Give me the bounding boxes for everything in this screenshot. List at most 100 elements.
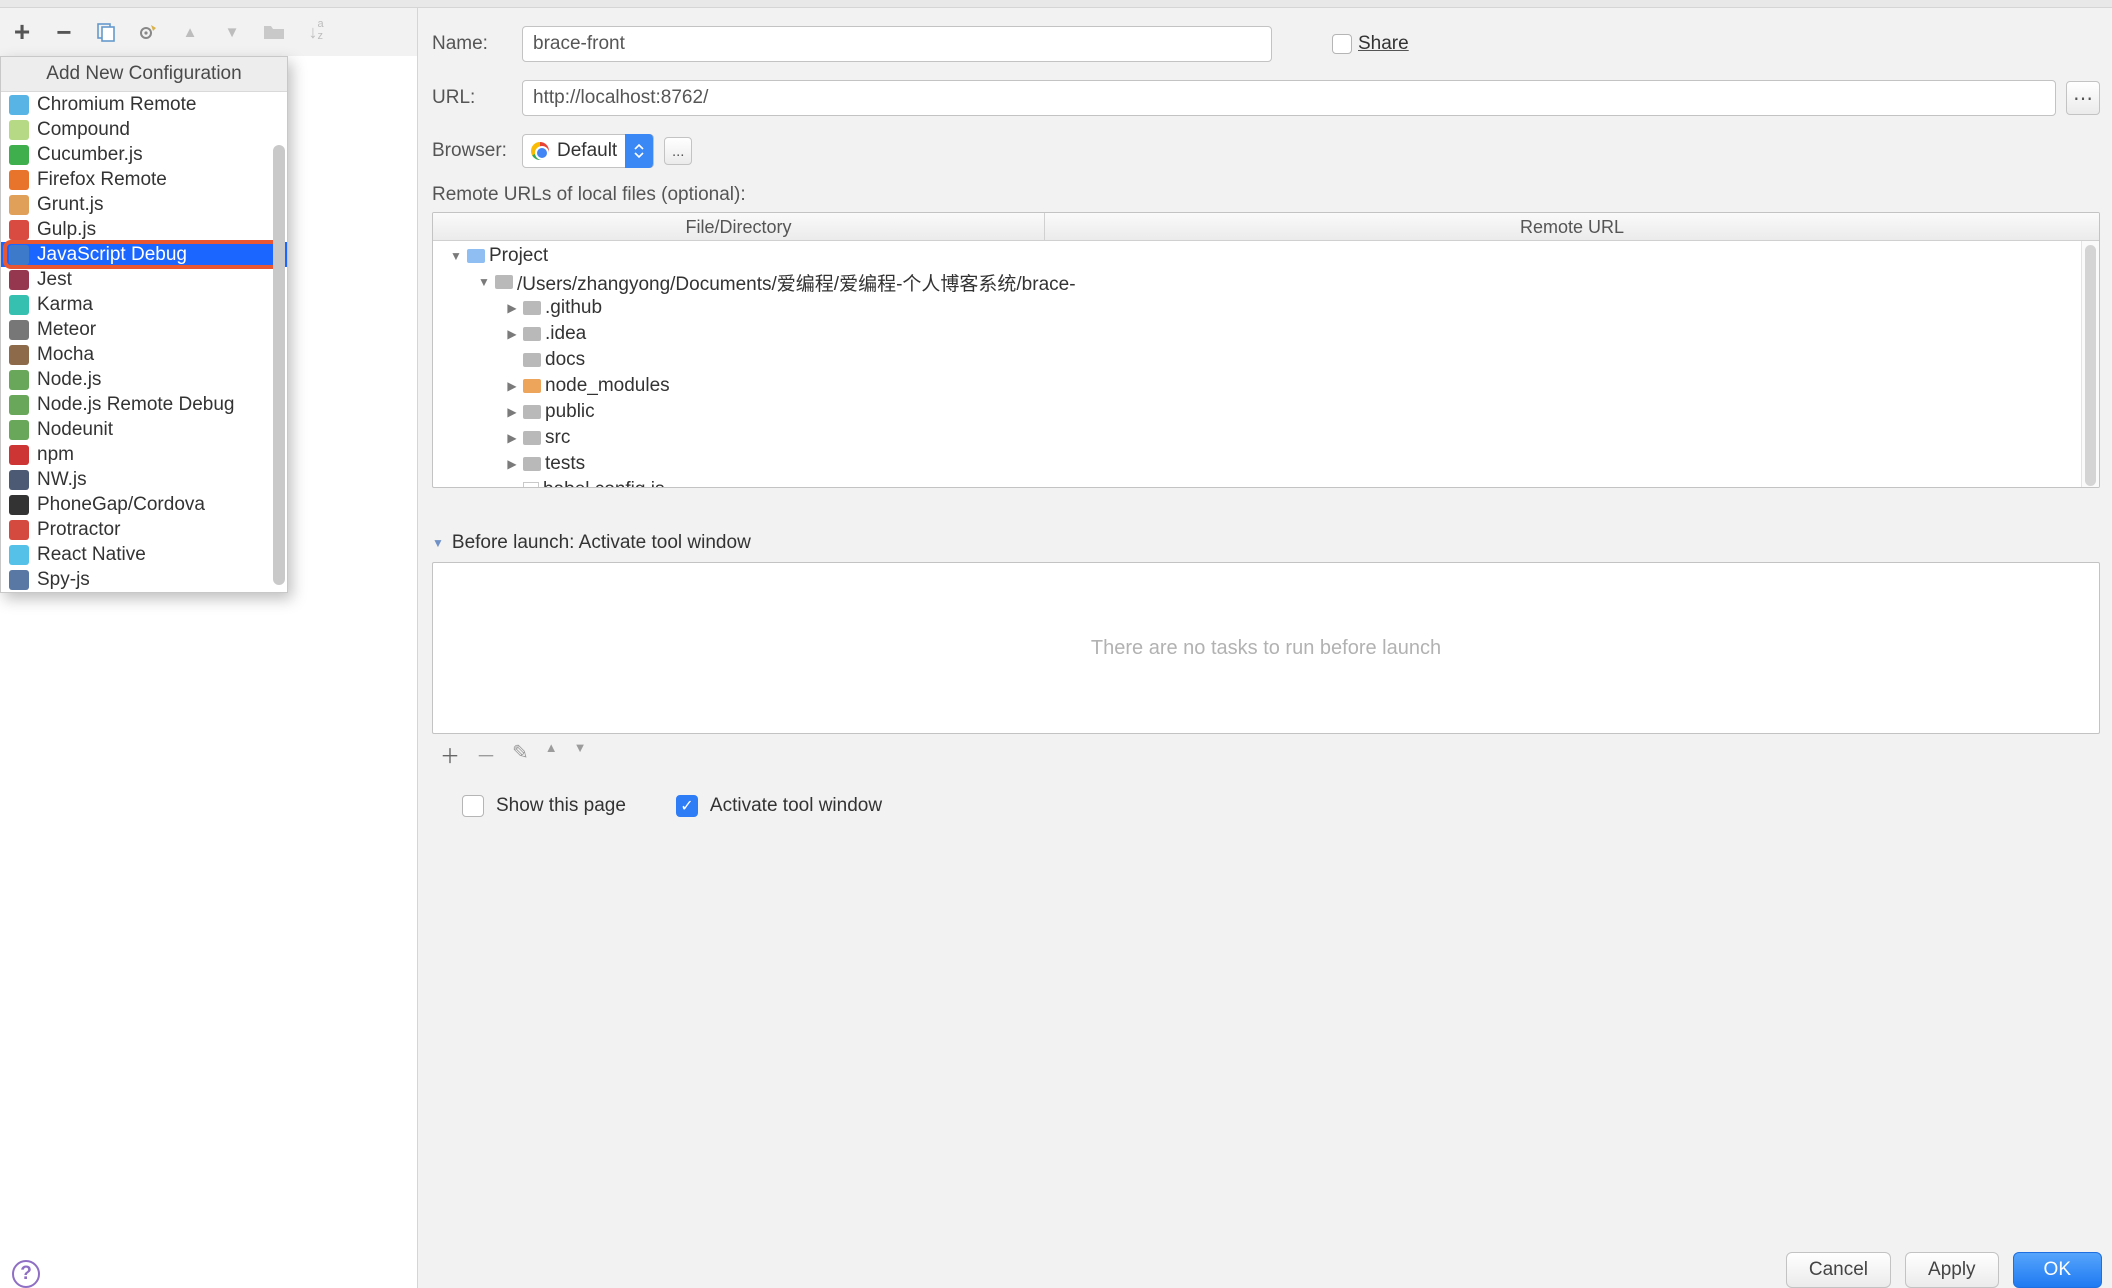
config-type-gulp-js[interactable]: Gulp.js — [1, 217, 287, 242]
folder-icon — [523, 431, 541, 445]
tree-body[interactable]: ▼ Project▼ /Users/zhangyong/Documents/爱编… — [433, 241, 2099, 488]
tree-row[interactable]: ▶ .github — [437, 295, 2095, 321]
browser-select[interactable]: Default — [522, 134, 654, 168]
task-down-button[interactable]: ▼ — [574, 740, 587, 769]
url-input[interactable] — [522, 80, 2056, 116]
tree-row[interactable]: ▶ src — [437, 425, 2095, 451]
tree-row[interactable]: ▶ tests — [437, 451, 2095, 477]
config-type-label: Node.js Remote Debug — [37, 394, 235, 416]
tree-row[interactable]: ▶ public — [437, 399, 2095, 425]
folder-icon — [523, 379, 541, 393]
add-config-button[interactable]: + — [10, 20, 34, 44]
config-type-grunt-js[interactable]: Grunt.js — [1, 192, 287, 217]
task-edit-button[interactable]: ✎ — [512, 740, 529, 769]
folder-icon — [523, 405, 541, 419]
config-type-icon — [9, 120, 29, 140]
config-type-icon — [9, 370, 29, 390]
activate-tool-window-label: Activate tool window — [710, 795, 882, 817]
url-ellipsis-button[interactable]: ⋯ — [2066, 81, 2100, 115]
window-titlebar: Run/Debug Configurations — [0, 0, 2112, 8]
before-launch-tasks: There are no tasks to run before launch — [432, 562, 2100, 734]
task-up-button[interactable]: ▲ — [545, 740, 558, 769]
apply-button[interactable]: Apply — [1905, 1252, 1999, 1288]
tree-row[interactable]: babel.config.js — [437, 477, 2095, 488]
dropdown-scrollbar[interactable] — [273, 145, 285, 585]
cancel-button[interactable]: Cancel — [1786, 1252, 1891, 1288]
move-down-button[interactable]: ▼ — [220, 20, 244, 44]
name-input[interactable] — [522, 26, 1272, 62]
task-add-button[interactable]: ＋ — [440, 740, 460, 769]
tree-label: src — [545, 427, 570, 449]
config-type-label: Gulp.js — [37, 219, 96, 241]
config-type-nw-js[interactable]: NW.js — [1, 467, 287, 492]
config-type-node-js-remote-debug[interactable]: Node.js Remote Debug — [1, 392, 287, 417]
remove-config-button[interactable]: − — [52, 20, 76, 44]
before-launch-disclose[interactable]: ▼ — [432, 536, 444, 550]
config-type-firefox-remote[interactable]: Firefox Remote — [1, 167, 287, 192]
config-type-karma[interactable]: Karma — [1, 292, 287, 317]
show-this-page-checkbox[interactable] — [462, 795, 484, 817]
ok-button[interactable]: OK — [2013, 1252, 2102, 1288]
config-type-meteor[interactable]: Meteor — [1, 317, 287, 342]
col-file-directory[interactable]: File/Directory — [433, 213, 1045, 240]
config-type-phonegap-cordova[interactable]: PhoneGap/Cordova — [1, 492, 287, 517]
config-type-react-native[interactable]: React Native — [1, 542, 287, 567]
expand-icon[interactable]: ▶ — [505, 301, 519, 315]
tree-row[interactable]: ▼ Project — [437, 243, 2095, 269]
tree-label: /Users/zhangyong/Documents/爱编程/爱编程-个人博客系… — [517, 269, 1076, 296]
tree-scrollbar[interactable] — [2081, 241, 2099, 487]
share-checkbox[interactable] — [1332, 34, 1352, 54]
expand-icon[interactable]: ▶ — [505, 405, 519, 419]
tree-row[interactable]: ▼ /Users/zhangyong/Documents/爱编程/爱编程-个人博… — [437, 269, 2095, 295]
tasks-toolbar: ＋ － ✎ ▲ ▼ — [432, 734, 2100, 775]
config-type-protractor[interactable]: Protractor — [1, 517, 287, 542]
config-type-chromium-remote[interactable]: Chromium Remote — [1, 92, 287, 117]
expand-icon[interactable]: ▶ — [505, 327, 519, 341]
help-button[interactable]: ? — [12, 1260, 40, 1288]
file-icon — [523, 482, 539, 488]
settings-button[interactable] — [136, 20, 160, 44]
col-remote-url[interactable]: Remote URL — [1045, 213, 2099, 240]
expand-icon[interactable]: ▶ — [505, 379, 519, 393]
folder-button[interactable] — [262, 20, 286, 44]
config-type-npm[interactable]: npm — [1, 442, 287, 467]
browser-dropdown-arrow[interactable] — [625, 134, 653, 168]
dropdown-list[interactable]: Chromium RemoteCompoundCucumber.jsFirefo… — [1, 92, 287, 592]
url-label: URL: — [432, 87, 522, 109]
expand-icon[interactable]: ▶ — [505, 431, 519, 445]
task-remove-button[interactable]: － — [476, 740, 496, 769]
copy-config-button[interactable] — [94, 20, 118, 44]
config-type-label: Firefox Remote — [37, 169, 167, 191]
browser-value: Default — [557, 140, 617, 162]
config-type-label: Grunt.js — [37, 194, 104, 216]
folder-icon — [523, 301, 541, 315]
config-type-compound[interactable]: Compound — [1, 117, 287, 142]
config-type-label: Nodeunit — [37, 419, 113, 441]
tree-row[interactable]: docs — [437, 347, 2095, 373]
config-type-jest[interactable]: Jest — [1, 267, 287, 292]
expand-icon[interactable]: ▶ — [505, 457, 519, 471]
config-type-node-js[interactable]: Node.js — [1, 367, 287, 392]
config-type-nodeunit[interactable]: Nodeunit — [1, 417, 287, 442]
config-type-spy-js[interactable]: Spy-js — [1, 567, 287, 592]
move-up-button[interactable]: ▲ — [178, 20, 202, 44]
config-type-icon — [9, 220, 29, 240]
browser-more-button[interactable]: ... — [664, 137, 692, 165]
activate-tool-window-checkbox[interactable]: ✓ — [676, 795, 698, 817]
expand-icon[interactable]: ▼ — [477, 275, 491, 289]
config-type-cucumber-js[interactable]: Cucumber.js — [1, 142, 287, 167]
show-this-page-label: Show this page — [496, 795, 626, 817]
config-type-icon — [9, 420, 29, 440]
expand-icon[interactable]: ▼ — [449, 249, 463, 263]
config-type-javascript-debug[interactable]: JavaScript Debug — [1, 242, 287, 267]
tree-row[interactable]: ▶ node_modules — [437, 373, 2095, 399]
left-panel: + − ▲ ▼ ↓az Add New Configuration Chromi… — [0, 8, 418, 1288]
config-type-mocha[interactable]: Mocha — [1, 342, 287, 367]
tree-label: babel.config.js — [543, 479, 664, 488]
sort-button[interactable]: ↓az — [304, 20, 328, 44]
config-type-label: Compound — [37, 119, 130, 141]
remote-tree: File/Directory Remote URL ▼ Project▼ /Us… — [432, 212, 2100, 488]
config-type-label: JavaScript Debug — [37, 244, 187, 266]
tree-row[interactable]: ▶ .idea — [437, 321, 2095, 347]
tree-label: tests — [545, 453, 585, 475]
